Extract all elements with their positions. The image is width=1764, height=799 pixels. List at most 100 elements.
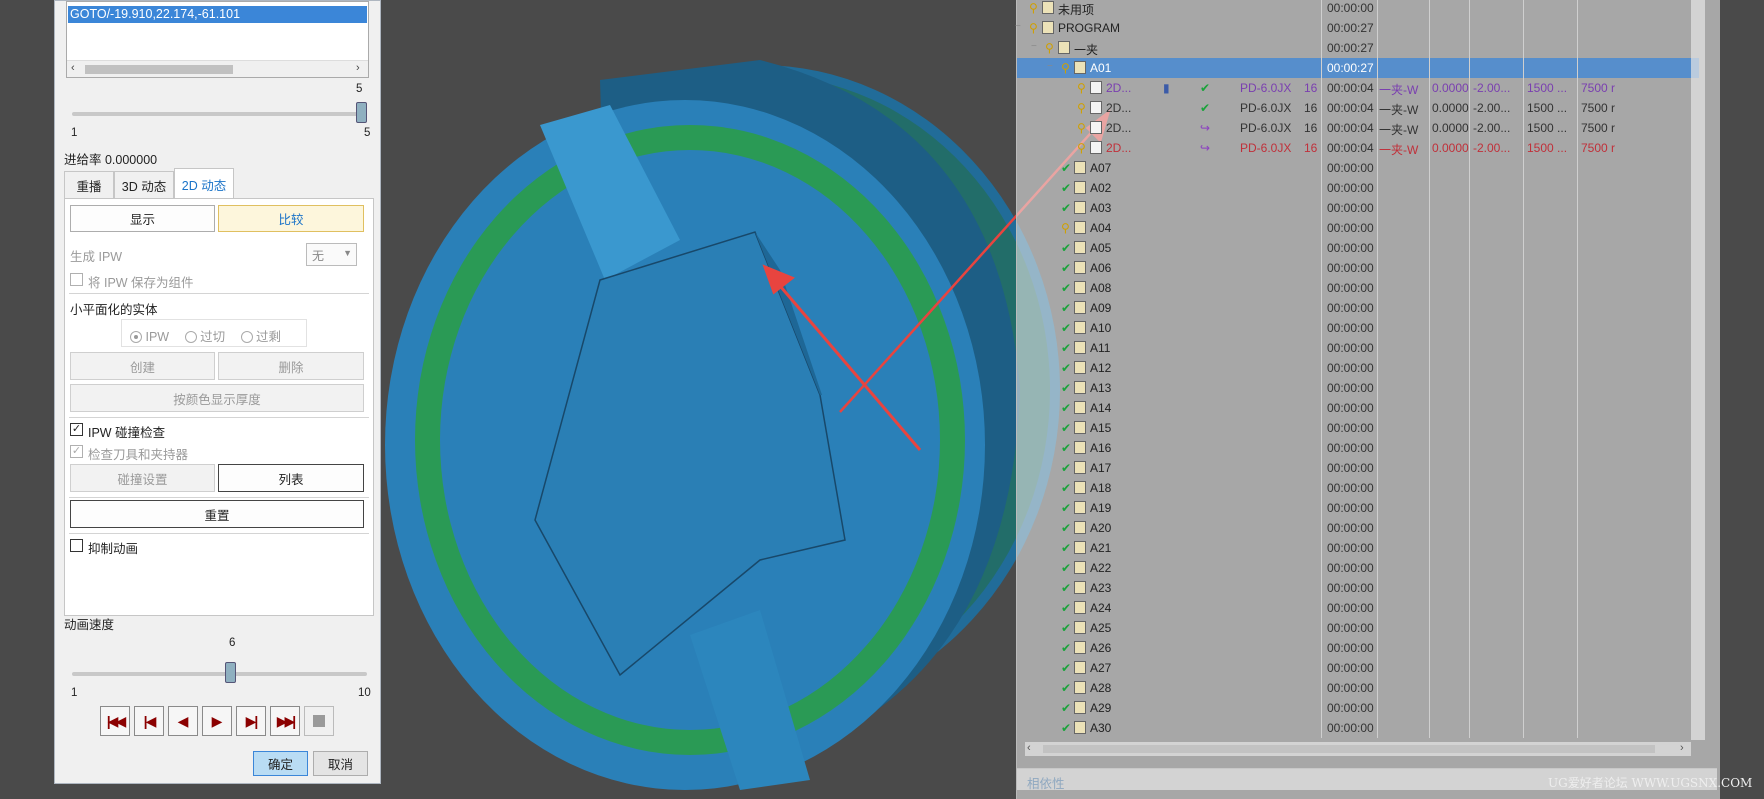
check-icon: ✔ (1061, 241, 1072, 255)
generate-ipw-select[interactable]: 无 ▼ (306, 243, 357, 266)
path-listbox[interactable]: GOTO/-19.910,22.174,-61.101 ‹ › (66, 1, 369, 78)
tree-row-group[interactable]: ✔ A21 00:00:00 (1017, 538, 1699, 558)
tree-row-group[interactable]: ✔ A09 00:00:00 (1017, 298, 1699, 318)
list-item-selected[interactable]: GOTO/-19.910,22.174,-61.101 (68, 6, 367, 23)
tree-row-group[interactable]: ✔ A03 00:00:00 (1017, 198, 1699, 218)
tree-row-operation[interactable]: ⚲ 2D... ▮ ✔ PD-6.0JX 16 00:00:04 一夹-W 0.0000 -2.0… (1017, 78, 1699, 98)
tree-row-group[interactable]: ✔ A16 00:00:00 (1017, 438, 1699, 458)
collapse-icon[interactable]: − (1031, 41, 1037, 52)
show-thickness-button[interactable]: 按颜色显示厚度 (70, 384, 364, 412)
tree-row-group[interactable]: ✔ A15 00:00:00 (1017, 418, 1699, 438)
tree-hscrollbar[interactable]: ‹ › (1025, 742, 1691, 756)
top-slider-thumb[interactable] (356, 102, 367, 123)
tab-2d-dynamic[interactable]: 2D 动态 (174, 168, 234, 199)
tree-row-group[interactable]: ✔ A10 00:00:00 (1017, 318, 1699, 338)
key-icon: ⚲ (1045, 41, 1054, 55)
tree-row-group[interactable]: ✔ A17 00:00:00 (1017, 458, 1699, 478)
tree-row-group[interactable]: ✔ A25 00:00:00 (1017, 618, 1699, 638)
tree-row-operation[interactable]: ⚲ 2D... ↪ PD-6.0JX 16 00:00:04 一夹-W 0.0000 -2.00… (1017, 138, 1699, 158)
tree-row-group[interactable]: ⚲ A04 00:00:00 (1017, 218, 1699, 238)
tree-row-group[interactable]: ✔ A14 00:00:00 (1017, 398, 1699, 418)
radio-excess[interactable] (240, 331, 253, 343)
tree-row-operation[interactable]: ⚲ 2D... ↪ PD-6.0JX 16 00:00:04 一夹-W 0.0000 -2.00… (1017, 118, 1699, 138)
stop-button[interactable] (304, 706, 334, 736)
tab-3d-dynamic[interactable]: 3D 动态 (114, 171, 174, 199)
tree-row-group[interactable]: ✔ A23 00:00:00 (1017, 578, 1699, 598)
play-icon: ▶ (211, 712, 223, 729)
tree-row-group[interactable]: ✔ A30 00:00:00 (1017, 718, 1699, 738)
delete-button[interactable]: 删除 (218, 352, 364, 380)
tree-row-group[interactable]: ✔ A19 00:00:00 (1017, 498, 1699, 518)
program-group-icon (1074, 481, 1086, 494)
compare-button[interactable]: 比较 (218, 205, 364, 232)
tree-row-group[interactable]: ✔ A11 00:00:00 (1017, 338, 1699, 358)
reset-button[interactable]: 重置 (70, 500, 364, 528)
tree-row-group[interactable]: ✔ A18 00:00:00 (1017, 478, 1699, 498)
tree-row-group[interactable]: ✔ A02 00:00:00 (1017, 178, 1699, 198)
display-button[interactable]: 显示 (70, 205, 215, 232)
create-button[interactable]: 创建 (70, 352, 215, 380)
list-button[interactable]: 列表 (218, 464, 364, 492)
step-forward-button[interactable]: ▶| (236, 706, 266, 736)
tree-row-group[interactable]: ✔ A24 00:00:00 (1017, 598, 1699, 618)
collapse-icon[interactable]: − (1015, 21, 1021, 32)
scroll-thumb[interactable] (85, 65, 233, 74)
ok-button[interactable]: 确定 (253, 751, 308, 776)
tree-hscroll-thumb[interactable] (1043, 745, 1655, 753)
tree-row-operation[interactable]: ⚲ 2D... ✔ PD-6.0JX 16 00:00:04 一夹-W 0.0000 -2.00… (1017, 98, 1699, 118)
cancel-button[interactable]: 取消 (313, 751, 368, 776)
tree-row-group[interactable]: ✔ A26 00:00:00 (1017, 638, 1699, 658)
tab-replay[interactable]: 重播 (64, 171, 114, 199)
tree-item-name: A24 (1090, 601, 1112, 615)
scroll-left-icon[interactable]: ‹ (1027, 742, 1031, 754)
tree-row-group[interactable]: ✔ A29 00:00:00 (1017, 698, 1699, 718)
program-group-icon (1074, 361, 1086, 374)
radio-ipw[interactable] (130, 331, 142, 343)
tree-row-group[interactable]: ⚲ 未用项 00:00:00 (1017, 0, 1699, 18)
rewind-to-start-button[interactable]: |◀◀ (100, 706, 130, 736)
check-tool-holder-checkbox[interactable]: ✓ (70, 445, 83, 458)
fast-forward-to-end-button[interactable]: ▶▶| (270, 706, 300, 736)
tree-row-group[interactable]: ✔ A06 00:00:00 (1017, 258, 1699, 278)
ipw-collision-checkbox[interactable]: ✓ (70, 423, 83, 436)
tree-row-group[interactable]: − ⚲ PROGRAM 00:00:27 (1015, 18, 1699, 38)
tree-row-group[interactable]: ✔ A08 00:00:00 (1017, 278, 1699, 298)
scroll-right-icon[interactable]: › (356, 62, 360, 74)
scroll-left-icon[interactable]: ‹ (71, 62, 75, 74)
scroll-right-icon[interactable]: › (1680, 742, 1684, 754)
check-icon: ✔ (1061, 441, 1072, 455)
tree-item-time: 00:00:00 (1327, 641, 1374, 655)
collision-settings-button[interactable]: 碰撞设置 (70, 464, 215, 492)
tree-item-name: 2D... (1106, 81, 1132, 95)
radio-overcut[interactable] (184, 331, 197, 343)
tree-row-group[interactable]: ✔ A05 00:00:00 (1017, 238, 1699, 258)
tree-row-group[interactable]: − ⚲ 一夹 00:00:27 (1017, 38, 1699, 58)
tree-row-group[interactable]: ✔ A07 00:00:00 (1017, 158, 1699, 178)
tree-row-group[interactable]: − ⚲ A01 00:00:27 (1017, 58, 1699, 78)
step-back-button[interactable]: |◀ (134, 706, 164, 736)
suppress-animation-checkbox[interactable] (70, 539, 83, 552)
program-group-icon (1074, 641, 1086, 654)
speed-slider-track[interactable] (72, 672, 367, 676)
tree-row-group[interactable]: ✔ A13 00:00:00 (1017, 378, 1699, 398)
collapse-icon[interactable]: − (1047, 61, 1053, 72)
tree-item-name: A04 (1090, 221, 1112, 235)
horizontal-scrollbar[interactable]: ‹ › (67, 60, 368, 77)
program-group-icon (1074, 321, 1086, 334)
tree-row-group[interactable]: ✔ A28 00:00:00 (1017, 678, 1699, 698)
play-reverse-button[interactable]: ◀ (168, 706, 198, 736)
radio-excess-label: 过剩 (256, 330, 282, 344)
check-icon: ✔ (1061, 161, 1072, 175)
tool-name: PD-6.0JX (1240, 101, 1292, 115)
key-icon: ⚲ (1077, 81, 1086, 95)
tree-row-group[interactable]: ✔ A22 00:00:00 (1017, 558, 1699, 578)
speed-slider-thumb[interactable] (224, 662, 236, 683)
tree-row-group[interactable]: ✔ A20 00:00:00 (1017, 518, 1699, 538)
top-slider-track[interactable] (72, 112, 367, 116)
save-ipw-checkbox[interactable] (70, 273, 83, 286)
tree-row-group[interactable]: ✔ A27 00:00:00 (1017, 658, 1699, 678)
play-button[interactable]: ▶ (202, 706, 232, 736)
tool-name: PD-6.0JX (1240, 121, 1292, 135)
tree-row-group[interactable]: ✔ A12 00:00:00 (1017, 358, 1699, 378)
tree-vscrollbar[interactable] (1691, 0, 1705, 740)
